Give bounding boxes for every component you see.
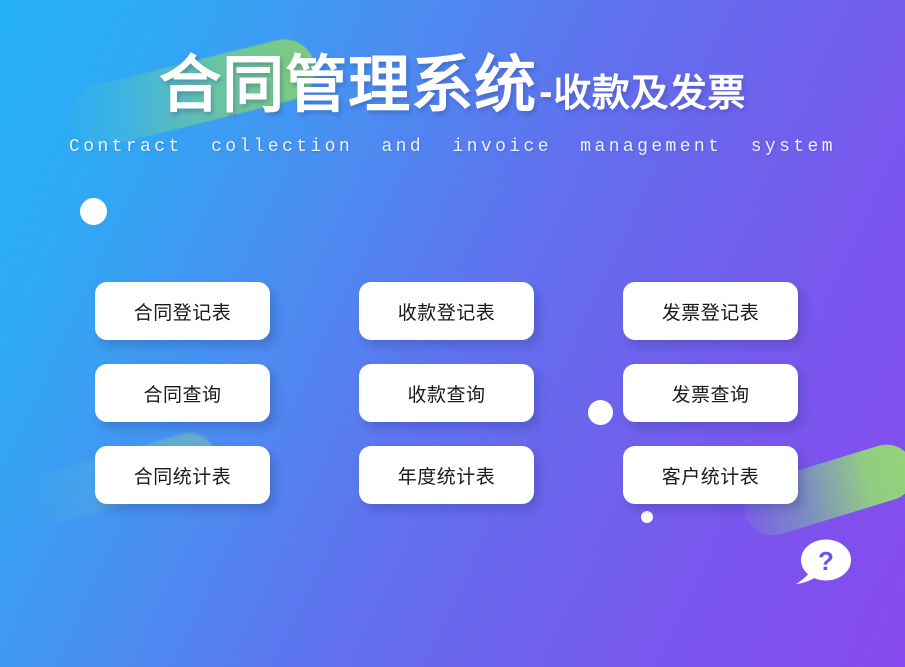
menu-button-invoice-query[interactable]: 发票查询 xyxy=(623,364,798,422)
menu-button-label: 发票登记表 xyxy=(661,302,760,324)
menu-button-label: 合同查询 xyxy=(143,384,222,406)
menu-button-annual-statistics-table[interactable]: 年度统计表 xyxy=(359,446,534,504)
help-question-glyph: ? xyxy=(818,546,834,576)
page-title-subtitle: 收款及发票 xyxy=(553,73,746,115)
question-speech-bubble-icon: ? xyxy=(796,539,851,584)
menu-grid: 合同登记表 收款登记表 发票登记表 合同查询 收款查询 发票查询 合同统计表 年… xyxy=(95,282,807,504)
page-title-separator: - xyxy=(539,70,553,114)
menu-button-label: 收款登记表 xyxy=(397,302,496,324)
menu-button-label: 年度统计表 xyxy=(397,466,496,488)
menu-button-invoice-register-table[interactable]: 发票登记表 xyxy=(623,282,798,340)
page-subtitle-english: Contract collection and invoice manageme… xyxy=(69,137,836,157)
white-dot-small-decoration xyxy=(641,511,653,523)
menu-button-contract-register-table[interactable]: 合同登记表 xyxy=(95,282,270,340)
page-title-main: 合同管理系统 xyxy=(159,51,538,120)
menu-button-collection-register-table[interactable]: 收款登记表 xyxy=(359,282,534,340)
page-title: 合同管理系统 - 收款及发票 xyxy=(0,55,905,117)
menu-button-collection-query[interactable]: 收款查询 xyxy=(359,364,534,422)
menu-button-customer-statistics-table[interactable]: 客户统计表 xyxy=(623,446,798,504)
white-dot-large-decoration xyxy=(80,198,107,225)
menu-button-label: 合同登记表 xyxy=(133,302,232,324)
menu-button-contract-query[interactable]: 合同查询 xyxy=(95,364,270,422)
menu-button-label: 发票查询 xyxy=(671,384,750,406)
help-button[interactable]: ? xyxy=(795,538,853,588)
app-background: 合同管理系统 - 收款及发票 Contract collection and i… xyxy=(0,0,905,667)
menu-button-label: 合同统计表 xyxy=(133,466,232,488)
page-header: 合同管理系统 - 收款及发票 Contract collection and i… xyxy=(0,55,905,158)
menu-button-label: 收款查询 xyxy=(407,384,486,406)
menu-button-contract-statistics-table[interactable]: 合同统计表 xyxy=(95,446,270,504)
menu-button-label: 客户统计表 xyxy=(661,466,760,488)
